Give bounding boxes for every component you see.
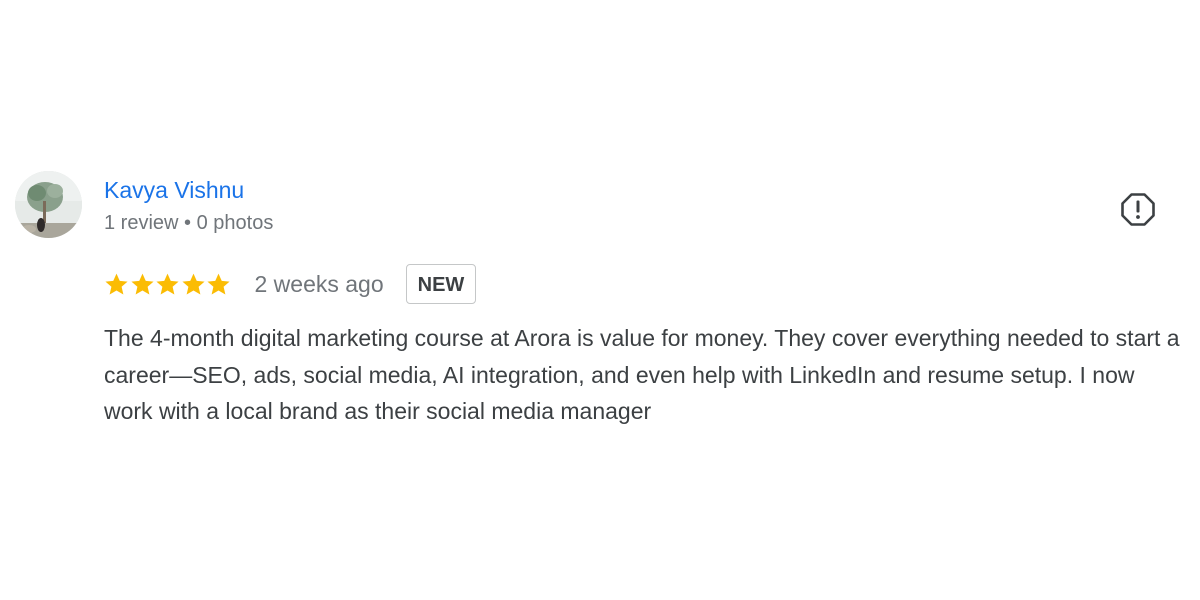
star-rating	[104, 263, 232, 305]
star-icon	[207, 273, 230, 294]
report-flag-icon[interactable]	[1120, 191, 1156, 227]
review-date: 2 weeks ago	[254, 271, 384, 297]
review-card: Kavya Vishnu 1 review • 0 photos 2 weeks…	[0, 0, 1200, 600]
review-text: The 4-month digital marketing course at …	[104, 325, 1180, 424]
avatar-photo-icon	[15, 171, 82, 238]
star-icon	[181, 273, 205, 294]
star-icon	[105, 273, 128, 294]
reviewer-meta: 1 review • 0 photos	[104, 212, 274, 234]
reviewer-avatar[interactable]	[15, 171, 82, 238]
rating-row: 2 weeks ago NEW	[104, 263, 477, 305]
new-badge: NEW	[405, 264, 477, 304]
star-icon	[156, 273, 179, 294]
star-icon	[130, 273, 154, 294]
reviewer-name-link[interactable]: Kavya Vishnu	[104, 175, 244, 205]
